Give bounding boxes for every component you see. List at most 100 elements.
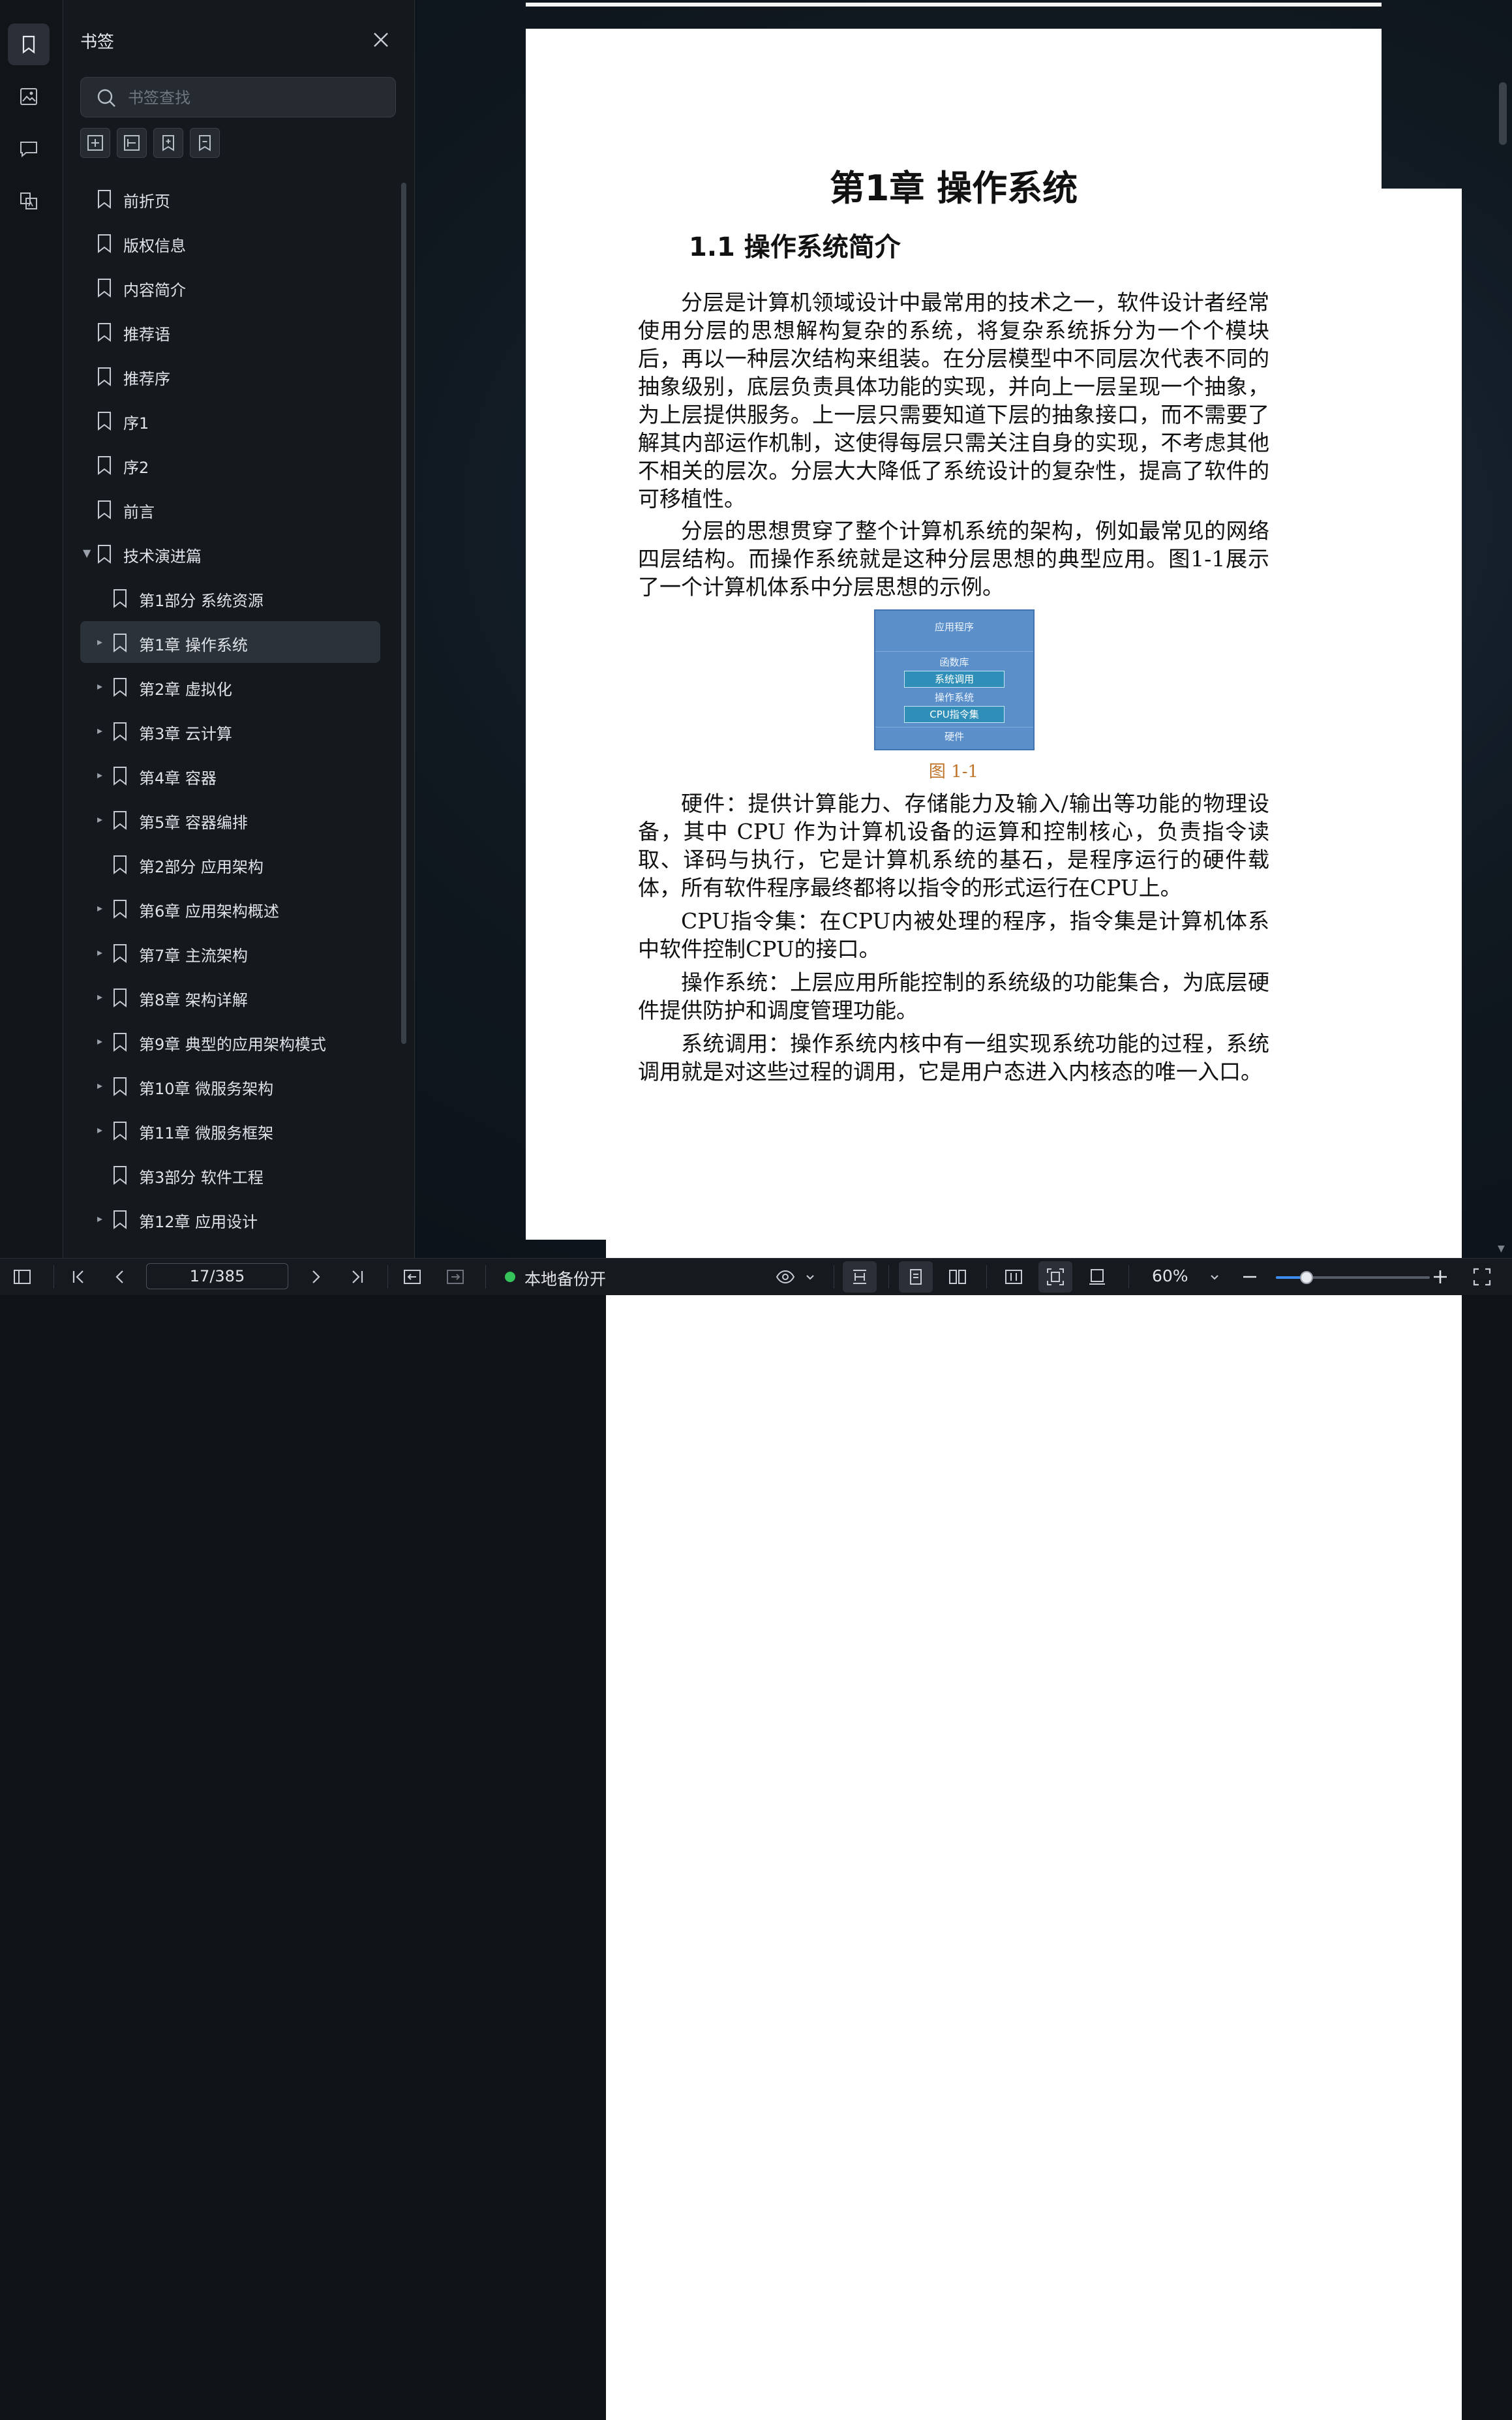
left-rail: [0, 0, 63, 1258]
add-bookmark-button[interactable]: [153, 128, 183, 158]
bookmark-item[interactable]: ▸第8章 架构详解127: [80, 976, 1462, 2198]
bookmark-item[interactable]: ▸第9章 典型的应用架构模式146: [80, 1020, 1462, 2243]
layer-diagram-figure: 应用程序 函数库 系统调用 操作系统 CPU指令集 硬件: [874, 609, 1035, 750]
paragraph: 分层的思想贯穿了整个计算机系统的架构，例如最常见的网络四层结构。而操作系统就是这…: [638, 518, 1269, 600]
attachment-panel-button[interactable]: [8, 180, 50, 222]
zoom-in-button[interactable]: [1430, 1266, 1451, 1287]
bookmark-item[interactable]: ▸第11章 微服务框架194: [80, 1109, 1462, 2331]
view-mode-button[interactable]: [775, 1266, 796, 1287]
single-page-button[interactable]: [905, 1266, 926, 1287]
collapsed-arrow-icon[interactable]: ▸: [97, 1079, 108, 1092]
collapsed-arrow-icon[interactable]: ▸: [97, 1212, 108, 1225]
layer-box: 系统调用: [904, 671, 1005, 688]
navigate-back-icon: [404, 1270, 421, 1284]
bookmark-item[interactable]: 序19: [80, 399, 1462, 1621]
fit-width-button[interactable]: [1003, 1266, 1024, 1287]
fullscreen-button[interactable]: [1472, 1266, 1492, 1287]
bookmark-item[interactable]: 第1部分 系统资源16: [80, 577, 1462, 1799]
first-page-button[interactable]: [68, 1266, 89, 1287]
bookmark-item[interactable]: ▸第2章 虚拟化27: [80, 666, 1462, 1888]
collapsed-arrow-icon[interactable]: ▸: [97, 1035, 108, 1048]
fit-page-button[interactable]: [1045, 1266, 1066, 1287]
page-number-input[interactable]: 17/385: [146, 1263, 288, 1289]
bookmark-label: 前言: [123, 503, 155, 521]
last-page-button[interactable]: [347, 1266, 368, 1287]
collapsed-arrow-icon[interactable]: ▸: [97, 769, 108, 782]
bookmark-label: 第5章 容器编排: [139, 814, 248, 832]
bookmark-icon: [98, 367, 111, 387]
bookmark-label: 序2: [123, 459, 149, 477]
collapse-all-button[interactable]: [117, 128, 147, 158]
bookmark-item[interactable]: ▸第10章 微服务架构173: [80, 1065, 1462, 2287]
view-mode-dropdown[interactable]: [800, 1266, 821, 1287]
sidebar-title: 书签: [80, 33, 115, 52]
bookmark-label: 第1部分 系统资源: [139, 592, 264, 610]
sidebar-scrollbar[interactable]: [401, 183, 406, 1044]
bookmark-item[interactable]: 推荐序7: [80, 355, 1462, 1577]
chevron-right-icon: [312, 1270, 320, 1283]
bookmark-item[interactable]: ▸ 第12章 应用设计 209: [80, 1198, 1462, 2420]
bookmark-item[interactable]: 版权信息3: [80, 222, 1462, 1444]
bookmark-icon: [98, 323, 111, 343]
bookmark-icon: [113, 988, 127, 1008]
bookmark-item[interactable]: ▸第6章 应用架构概述110: [80, 887, 1462, 2109]
zoom-dropdown[interactable]: [1204, 1266, 1225, 1287]
actual-size-button[interactable]: [1087, 1266, 1108, 1287]
thumbnail-panel-button[interactable]: [8, 76, 50, 117]
zoom-level[interactable]: 60%: [1152, 1266, 1188, 1285]
fullscreen-icon: [1473, 1268, 1491, 1286]
comments-panel-button[interactable]: [8, 128, 50, 170]
navigate-back-button[interactable]: [402, 1266, 423, 1287]
bookmark-icon: [98, 279, 111, 298]
bookmark-item[interactable]: 前言13: [80, 488, 1462, 1710]
double-page-button[interactable]: [947, 1266, 968, 1287]
bookmark-label: 第2部分 应用架构: [139, 858, 264, 876]
previous-page-button[interactable]: [110, 1266, 130, 1287]
bookmark-item[interactable]: ▸第7章 主流架构115: [80, 932, 1462, 2154]
toggle-sidebar-button[interactable]: [12, 1266, 33, 1287]
bookmark-item[interactable]: ▸第5章 容器编排84: [80, 799, 1462, 2021]
bookmark-label: 第3部分 软件工程: [139, 1169, 264, 1187]
scroll-down-icon[interactable]: ▼: [1498, 1244, 1505, 1254]
zoom-slider[interactable]: [1276, 1271, 1430, 1284]
collapsed-arrow-icon[interactable]: ▸: [97, 724, 108, 737]
backup-status-label[interactable]: 本地备份开: [524, 1266, 606, 1290]
collapsed-arrow-icon[interactable]: ▸: [97, 680, 108, 693]
collapsed-arrow-icon[interactable]: ▸: [97, 636, 108, 649]
next-page-button[interactable]: [305, 1266, 326, 1287]
navigate-forward-button[interactable]: [445, 1266, 466, 1287]
zoom-out-button[interactable]: [1239, 1266, 1260, 1287]
zoom-slider-knob[interactable]: [1300, 1271, 1314, 1284]
bookmark-icon: [113, 1122, 127, 1141]
expanded-arrow-icon[interactable]: ▼: [83, 547, 93, 560]
bookmark-item[interactable]: 推荐语5: [80, 311, 1462, 1533]
bookmark-item[interactable]: 序211: [80, 444, 1462, 1666]
collapsed-arrow-icon[interactable]: ▸: [97, 1124, 108, 1137]
remove-bookmark-button[interactable]: [190, 128, 220, 158]
bookmark-item[interactable]: ▸第1章 操作系统17: [80, 621, 1462, 1843]
continuous-scroll-button[interactable]: [849, 1266, 870, 1287]
expand-all-button[interactable]: [80, 128, 110, 158]
image-icon: [20, 88, 37, 105]
collapsed-arrow-icon[interactable]: ▸: [97, 902, 108, 915]
bookmark-icon: [98, 500, 111, 520]
bookmark-item[interactable]: ▸第3章 云计算46: [80, 710, 1462, 1932]
close-icon[interactable]: [370, 29, 392, 51]
collapsed-arrow-icon[interactable]: ▸: [97, 813, 108, 826]
bookmark-search-input[interactable]: [127, 83, 390, 113]
bookmark-item[interactable]: ▸第4章 容器66: [80, 754, 1462, 1976]
bookmark-label: 内容简介: [123, 281, 186, 299]
expand-all-icon: [87, 135, 103, 151]
sidebar-toggle-icon: [14, 1270, 31, 1284]
document-scrollbar[interactable]: [1499, 82, 1507, 145]
collapsed-arrow-icon[interactable]: ▸: [97, 990, 108, 1003]
bookmark-item[interactable]: 内容简介4: [80, 266, 1462, 1488]
bookmark-item[interactable]: 第2部分 应用架构109: [80, 843, 1462, 2065]
bookmark-item[interactable]: 前折页2: [80, 177, 1462, 1400]
bookmark-item[interactable]: ▼技术演进篇16: [80, 532, 1462, 1754]
double-page-icon: [949, 1270, 966, 1284]
bookmark-item[interactable]: 第3部分 软件工程208: [80, 1154, 1462, 2376]
bookmark-panel-button[interactable]: [8, 23, 50, 65]
collapsed-arrow-icon[interactable]: ▸: [97, 946, 108, 959]
bookmark-icon: [113, 1033, 127, 1052]
